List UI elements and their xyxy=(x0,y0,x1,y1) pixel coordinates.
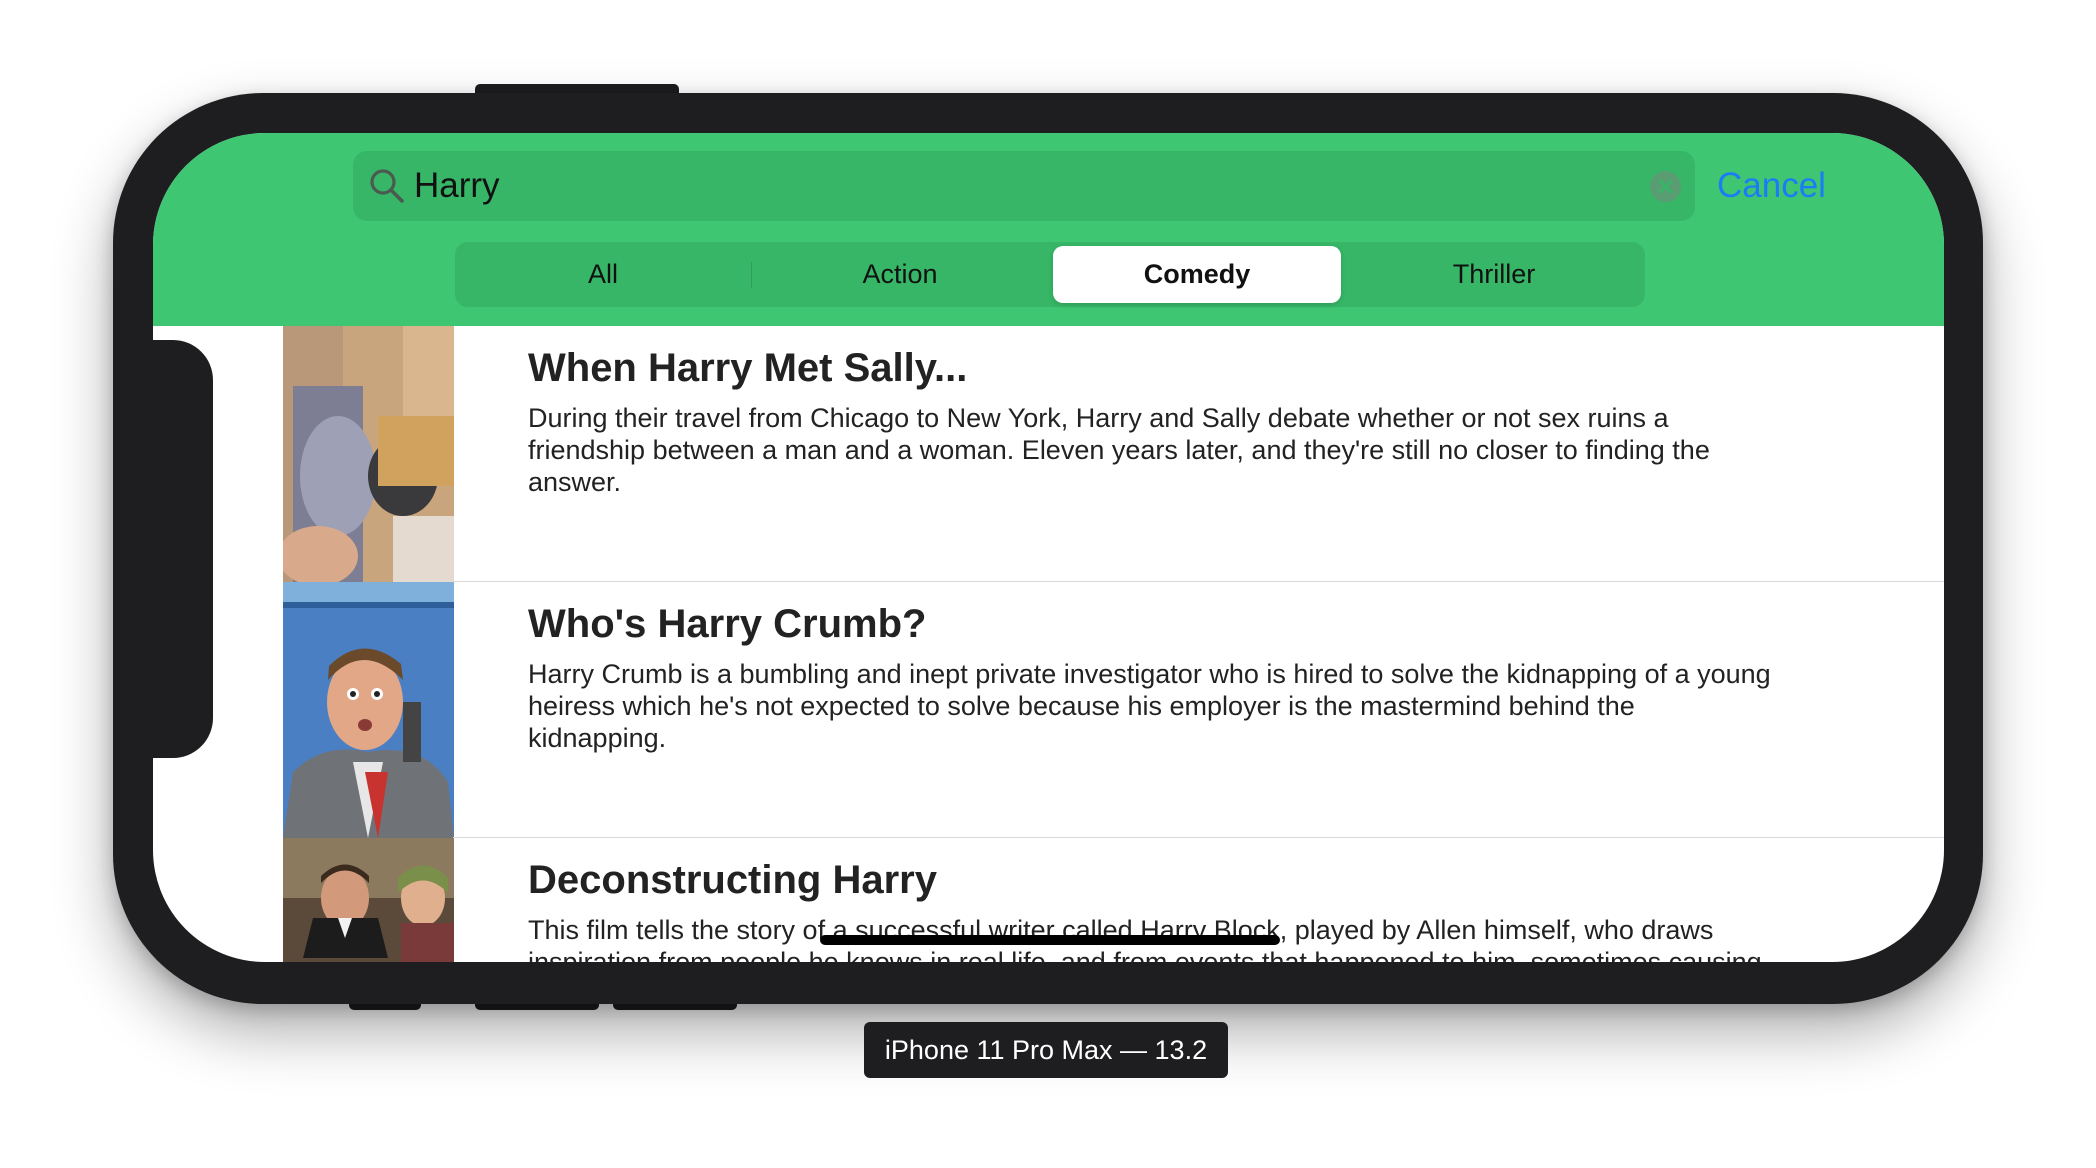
segment-comedy[interactable]: Comedy xyxy=(1053,246,1341,303)
navigation-bar: Harry Cancel All Action Comedy Thriller xyxy=(153,133,1944,326)
search-icon xyxy=(370,169,404,203)
device-label: iPhone 11 Pro Max — 13.2 xyxy=(864,1022,1228,1078)
segment-thriller[interactable]: Thriller xyxy=(1350,246,1638,303)
segment-divider xyxy=(751,262,752,288)
search-field[interactable]: Harry xyxy=(353,151,1695,221)
list-item[interactable]: Who's Harry Crumb? Harry Crumb is a bumb… xyxy=(153,582,1944,838)
home-indicator[interactable] xyxy=(820,935,1280,945)
movie-poster-image xyxy=(283,838,454,962)
movie-title: When Harry Met Sally... xyxy=(528,346,968,390)
movie-poster-image xyxy=(283,326,454,582)
movie-poster-image xyxy=(283,582,454,838)
list-item[interactable]: When Harry Met Sally... During their tra… xyxy=(153,326,1944,582)
search-input[interactable]: Harry xyxy=(414,151,500,221)
clear-icon[interactable] xyxy=(1650,171,1681,202)
segment-action[interactable]: Action xyxy=(756,246,1044,303)
movie-description: Harry Crumb is a bumbling and inept priv… xyxy=(528,659,1771,753)
movie-title: Who's Harry Crumb? xyxy=(528,602,927,646)
movie-title: Deconstructing Harry xyxy=(528,858,937,902)
scope-segmented-control: All Action Comedy Thriller xyxy=(455,242,1645,307)
movie-description: During their travel from Chicago to New … xyxy=(528,403,1710,497)
device-screen: Harry Cancel All Action Comedy Thriller xyxy=(153,133,1944,962)
sensor-housing xyxy=(133,340,213,758)
simulator-stage: Harry Cancel All Action Comedy Thriller xyxy=(0,0,2096,1168)
cancel-button[interactable]: Cancel xyxy=(1717,151,1826,221)
segment-all[interactable]: All xyxy=(459,246,747,303)
